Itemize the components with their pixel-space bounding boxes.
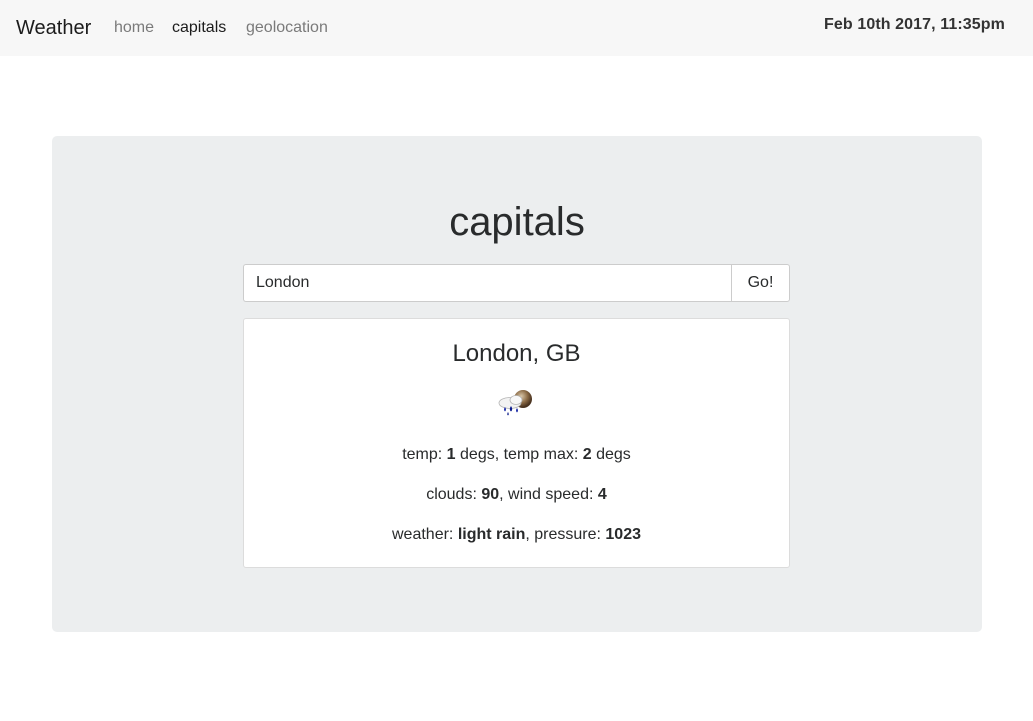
brand-link[interactable]: Weather <box>16 16 91 40</box>
pressure-value: 1023 <box>605 526 641 543</box>
clouds-wind-line: clouds: 90, wind speed: 4 <box>244 485 789 505</box>
go-button[interactable]: Go! <box>731 264 790 302</box>
weather-label: weather: <box>392 526 458 543</box>
nav-link-capitals[interactable]: capitals <box>172 18 226 38</box>
temp-value: 1 <box>446 446 456 463</box>
weather-pressure-line: weather: light rain, pressure: 1023 <box>244 525 789 545</box>
pressure-label: , pressure: <box>525 526 606 543</box>
capitals-panel: capitals Go! London, GB <box>52 136 982 632</box>
current-datetime: Feb 10th 2017, 11:35pm <box>824 16 1005 33</box>
location-title: London, GB <box>452 340 581 367</box>
navbar: Weather home capitals geolocation Feb 10… <box>0 0 1033 56</box>
temp-label: temp: <box>402 446 447 463</box>
temp-max-value: 2 <box>582 446 592 463</box>
search-group: Go! <box>243 264 790 302</box>
weather-value: light rain <box>457 526 526 543</box>
city-search-input[interactable] <box>243 264 731 302</box>
nav-link-geolocation[interactable]: geolocation <box>246 18 328 38</box>
weather-result-card: London, GB temp: 1 degs, temp max: 2 deg… <box>243 318 790 568</box>
clouds-label: clouds: <box>426 486 482 503</box>
wind-speed-value: 4 <box>597 486 607 503</box>
temp-max-label: degs, temp max: <box>455 446 583 463</box>
temperature-line: temp: 1 degs, temp max: 2 degs <box>244 445 789 465</box>
temp-max-unit: degs <box>591 446 631 463</box>
nav-link-home[interactable]: home <box>114 18 154 38</box>
wind-label: , wind speed: <box>499 486 598 503</box>
page-title: capitals <box>449 200 585 244</box>
light-rain-icon <box>496 387 536 419</box>
clouds-value: 90 <box>481 486 500 503</box>
